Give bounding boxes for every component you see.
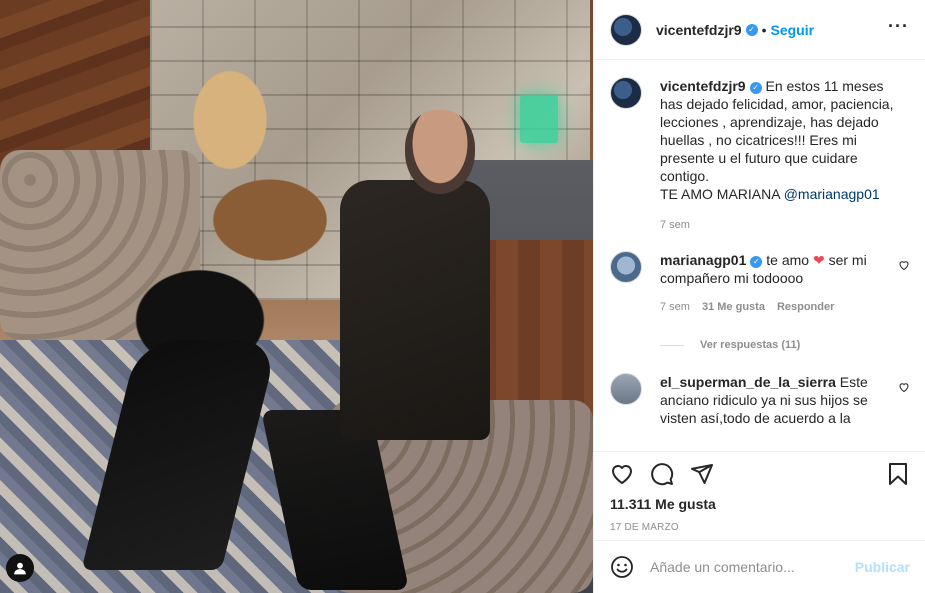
caption-username[interactable]: vicentefdzjr9 (660, 78, 746, 94)
separator-dot: • (761, 21, 767, 38)
author-username[interactable]: vicentefdzjr9 (656, 22, 742, 38)
likes-count[interactable]: 11.311 Me gusta (610, 496, 910, 512)
comment-input[interactable]: Añade un comentario... (650, 559, 855, 575)
comment-row: marianagp01 ✓ te amo ❤ ser mi compañero m… (610, 251, 910, 287)
add-comment-bar: Añade un comentario... Publicar (594, 540, 925, 593)
verified-badge-icon: ✓ (750, 256, 763, 268)
post-header: vicentefdzjr9 ✓ • Seguir ··· (594, 0, 925, 60)
comment-text-block: el_superman_de_la_sierra Este anciano ri… (660, 373, 900, 427)
caption-text-block: vicentefdzjr9 ✓ En estos 11 meses has dej… (660, 77, 900, 203)
more-options-icon[interactable]: ··· (888, 17, 909, 39)
tagged-users-button[interactable] (6, 554, 34, 582)
bookmark-icon[interactable] (886, 462, 910, 486)
photo-man-coat (340, 180, 490, 440)
post-photo[interactable] (0, 0, 593, 593)
comment-row: el_superman_de_la_sierra Este anciano ri… (610, 373, 910, 427)
post-date[interactable]: 17 DE MARZO (610, 522, 910, 533)
comment-likes[interactable]: 31 Me gusta (702, 301, 765, 313)
caption-avatar[interactable] (610, 77, 642, 109)
author-avatar[interactable] (610, 13, 642, 46)
user-icon (14, 562, 26, 575)
comment-like-icon[interactable] (898, 381, 910, 393)
post-side-panel: vicentefdzjr9 ✓ • Seguir ··· vicentefdzj… (593, 0, 925, 593)
caption: vicentefdzjr9 ✓ En estos 11 meses has dej… (610, 77, 910, 203)
smile-icon[interactable] (610, 555, 634, 579)
photo-exit-sign (520, 95, 558, 143)
photo-man (260, 110, 490, 590)
reply-button[interactable]: Responder (777, 301, 834, 313)
view-replies-label: Ver respuestas (11) (700, 339, 801, 351)
heart-icon[interactable] (610, 462, 634, 486)
publish-button[interactable]: Publicar (855, 559, 910, 575)
caption-time[interactable]: 7 sem (660, 219, 690, 231)
verified-badge-icon: ✓ (745, 23, 758, 36)
comment-username[interactable]: marianagp01 (660, 252, 746, 268)
caption-text-2: TE AMO MARIANA (660, 186, 780, 202)
comment-avatar[interactable] (610, 251, 642, 283)
caption-mention-link[interactable]: @marianagp01 (784, 186, 880, 202)
comment-username[interactable]: el_superman_de_la_sierra (660, 374, 836, 390)
view-replies-button[interactable]: Ver respuestas (11) (660, 339, 910, 351)
heart-emoji-icon: ❤ (812, 252, 825, 268)
caption-meta: 7 sem (660, 219, 910, 231)
photo-man-head (405, 110, 475, 194)
verified-badge-icon: ✓ (749, 82, 762, 94)
action-icons (610, 456, 910, 492)
comment-meta: 7 sem 31 Me gusta Responder (660, 301, 910, 313)
comment-text: te amo (766, 252, 810, 268)
comment-text-block: marianagp01 ✓ te amo ❤ ser mi compañero m… (660, 251, 900, 287)
comments-list[interactable]: vicentefdzjr9 ✓ En estos 11 meses has dej… (594, 61, 925, 451)
comment-icon[interactable] (650, 462, 674, 486)
comment-time[interactable]: 7 sem (660, 301, 690, 313)
comment-avatar[interactable] (610, 373, 642, 405)
comment-like-icon[interactable] (898, 259, 910, 271)
paper-plane-icon[interactable] (690, 462, 714, 486)
replies-divider (660, 344, 684, 346)
post-actions: 11.311 Me gusta 17 DE MARZO (594, 451, 925, 533)
follow-button[interactable]: Seguir (771, 22, 815, 38)
